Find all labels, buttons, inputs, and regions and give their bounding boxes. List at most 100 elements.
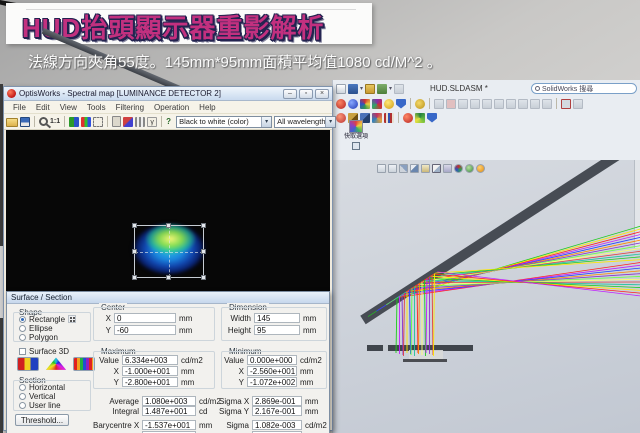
scene-icon[interactable] bbox=[476, 164, 485, 173]
spectrum-icon[interactable] bbox=[360, 99, 370, 109]
optis-tool-icon[interactable] bbox=[336, 99, 346, 109]
width-input[interactable]: 145 bbox=[254, 313, 300, 323]
menu-edit[interactable]: Edit bbox=[31, 103, 55, 112]
layers-icon[interactable] bbox=[123, 117, 133, 127]
save-icon[interactable] bbox=[348, 84, 358, 94]
new-document-icon[interactable] bbox=[336, 84, 346, 94]
crop-icon[interactable] bbox=[93, 117, 103, 127]
zoom-one-to-one[interactable]: 1:1 bbox=[50, 116, 60, 127]
palette-select[interactable]: Black to white (color) bbox=[176, 116, 272, 128]
close-button[interactable] bbox=[315, 89, 329, 99]
selection-handle[interactable] bbox=[132, 249, 137, 254]
selection-handle[interactable] bbox=[201, 249, 206, 254]
optis-tool-icon[interactable] bbox=[348, 99, 358, 109]
save-icon[interactable] bbox=[20, 117, 30, 127]
dialog-titlebar[interactable]: Surface / Section bbox=[7, 292, 329, 304]
shield-icon[interactable] bbox=[396, 99, 406, 109]
chevron-down-icon[interactable] bbox=[261, 117, 271, 127]
view-orientation-cube-icon[interactable] bbox=[432, 164, 441, 173]
menu-view[interactable]: View bbox=[55, 103, 82, 112]
assembly-features-icon[interactable] bbox=[518, 99, 528, 109]
minimize-button[interactable] bbox=[283, 89, 297, 99]
cache-options-button[interactable]: 快取選項 bbox=[342, 120, 370, 150]
height-input[interactable]: 95 bbox=[254, 325, 300, 335]
selection-handle[interactable] bbox=[201, 223, 206, 228]
selection-handle[interactable] bbox=[201, 275, 206, 280]
cie-diagram-button[interactable] bbox=[45, 357, 67, 371]
menu-file[interactable]: File bbox=[8, 103, 31, 112]
solidworks-search-box[interactable]: SolidWorks 搜尋 bbox=[531, 83, 637, 94]
dropdown-arrow-icon[interactable]: ▾ bbox=[389, 84, 392, 94]
optisworks-titlebar[interactable]: OptisWorks - Spectral map [LUMINANCE DET… bbox=[4, 87, 332, 101]
surface-3d-checkbox[interactable]: Surface 3D bbox=[19, 346, 69, 356]
move-component-icon[interactable] bbox=[494, 99, 504, 109]
interference-icon[interactable] bbox=[573, 99, 583, 109]
color-grid-button[interactable] bbox=[73, 357, 95, 371]
menu-operation[interactable]: Operation bbox=[149, 103, 194, 112]
zoom-area-icon[interactable] bbox=[388, 164, 397, 173]
center-x-row: X 0 mm bbox=[101, 313, 192, 323]
display-style-icon[interactable] bbox=[443, 164, 452, 173]
map-icon[interactable] bbox=[415, 113, 425, 123]
maximize-button[interactable] bbox=[299, 89, 313, 99]
selection-handle[interactable] bbox=[132, 275, 137, 280]
shield-icon[interactable] bbox=[427, 113, 437, 123]
optis-run-icon[interactable] bbox=[403, 113, 413, 123]
lightbulb-icon[interactable] bbox=[384, 99, 394, 109]
clipboard-icon[interactable] bbox=[112, 116, 121, 127]
dropdown-arrow-icon[interactable]: ▾ bbox=[360, 84, 363, 94]
appearance-icon[interactable] bbox=[465, 164, 474, 173]
smart-fastener-icon[interactable] bbox=[482, 99, 492, 109]
zoom-icon[interactable] bbox=[39, 117, 48, 126]
selection-handle[interactable] bbox=[132, 223, 137, 228]
grid-icon[interactable] bbox=[384, 113, 394, 123]
section-view-icon[interactable] bbox=[454, 164, 463, 173]
linear-pattern-icon[interactable] bbox=[470, 99, 480, 109]
menu-help[interactable]: Help bbox=[194, 103, 220, 112]
help-bulb-icon[interactable]: ? bbox=[166, 117, 174, 127]
threshold-button[interactable]: Threshold... bbox=[15, 414, 69, 426]
wavelength-select[interactable]: All wavelengths bbox=[274, 116, 336, 128]
viewport-3d[interactable] bbox=[333, 160, 640, 433]
insert-component-icon[interactable] bbox=[458, 99, 468, 109]
center-y-input[interactable]: -60 bbox=[114, 325, 176, 335]
ray bbox=[410, 290, 411, 354]
chevron-down-icon[interactable] bbox=[325, 117, 335, 127]
open-icon[interactable] bbox=[365, 84, 375, 94]
gamma-icon[interactable]: γ bbox=[147, 117, 157, 127]
search-icon bbox=[535, 86, 540, 91]
exploded-view-icon[interactable] bbox=[561, 99, 571, 109]
menu-filtering[interactable]: Filtering bbox=[111, 103, 149, 112]
color-mode-icon[interactable] bbox=[69, 117, 79, 127]
detector-icon[interactable] bbox=[372, 99, 382, 109]
undo-icon[interactable] bbox=[394, 84, 404, 94]
mate-icon[interactable] bbox=[434, 99, 444, 109]
selection-handle[interactable] bbox=[166, 223, 171, 228]
texture-icon[interactable] bbox=[372, 113, 382, 123]
component-icon[interactable] bbox=[446, 99, 456, 109]
menu-tools[interactable]: Tools bbox=[82, 103, 111, 112]
bom-icon[interactable] bbox=[542, 99, 552, 109]
show-hidden-icon[interactable] bbox=[506, 99, 516, 109]
separator bbox=[64, 116, 65, 127]
max-y-row: Y -2.800e+001 mm bbox=[97, 377, 194, 387]
center-x-input[interactable]: 0 bbox=[114, 313, 176, 323]
selection-handle[interactable] bbox=[166, 275, 171, 280]
rotate-view-icon[interactable] bbox=[410, 164, 419, 173]
key-icon[interactable] bbox=[415, 99, 425, 109]
zoom-in-icon[interactable] bbox=[377, 164, 386, 173]
print-icon[interactable] bbox=[377, 84, 387, 94]
color-bars-button[interactable] bbox=[17, 357, 39, 371]
radio-polygon[interactable]: Polygon bbox=[19, 332, 58, 342]
window-title: OptisWorks - Spectral map [LUMINANCE DET… bbox=[19, 89, 221, 98]
reference-geometry-icon[interactable] bbox=[530, 99, 540, 109]
zoom-fit-icon[interactable] bbox=[399, 164, 408, 173]
selection-rectangle[interactable] bbox=[134, 225, 204, 278]
rgb-bars-icon[interactable] bbox=[81, 117, 91, 127]
radio-user-line[interactable]: User line bbox=[19, 400, 61, 410]
levels-icon[interactable] bbox=[135, 117, 145, 127]
pan-icon[interactable] bbox=[421, 164, 430, 173]
stat-label: Integral bbox=[93, 407, 139, 416]
max-x: -1.000e+001 bbox=[122, 366, 178, 376]
open-folder-icon[interactable] bbox=[6, 118, 18, 127]
